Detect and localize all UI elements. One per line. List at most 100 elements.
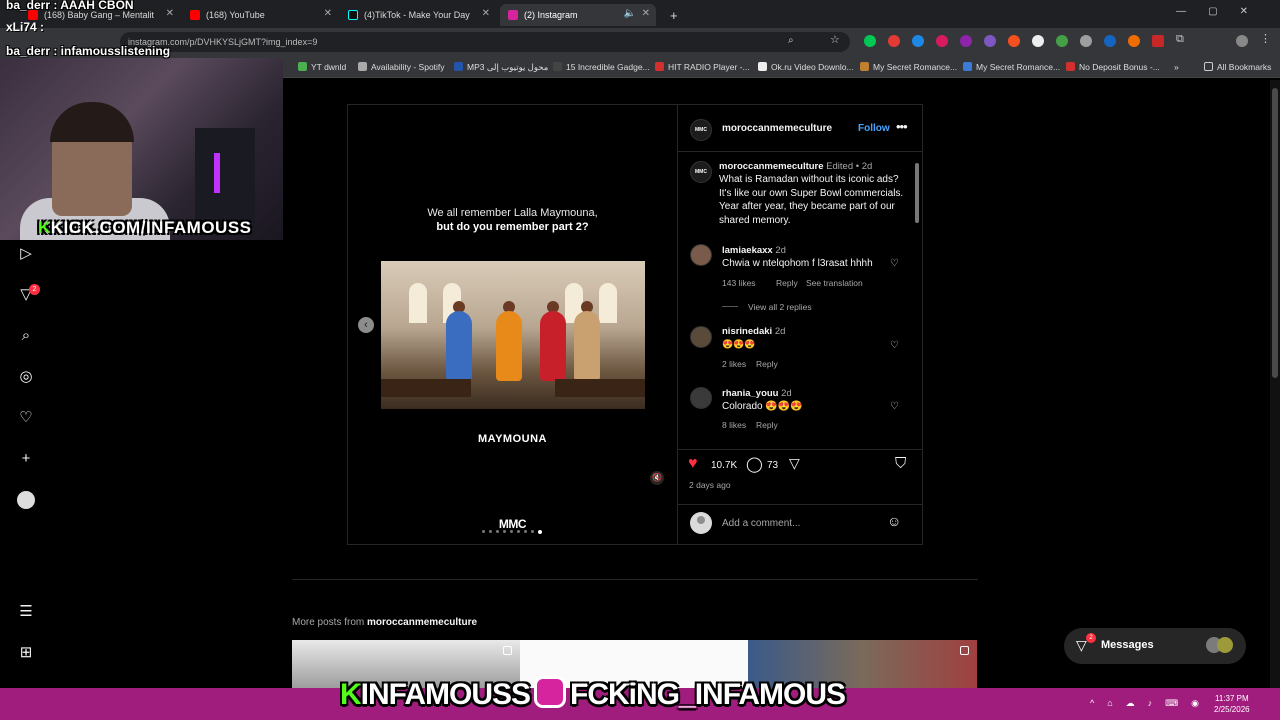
see-translation-button[interactable]: See translation	[806, 278, 863, 288]
create-icon[interactable]: +	[17, 450, 35, 468]
bookmark-gadgets[interactable]: 15 Incredible Gadge...	[553, 62, 650, 72]
close-icon[interactable]: ✕	[482, 8, 490, 19]
url-field[interactable]: instagram.com/p/DVHKYSLjGMT?img_index=9	[120, 32, 850, 52]
bookmark-romance-1[interactable]: My Secret Romance...	[860, 62, 957, 72]
extension-icon[interactable]	[1032, 35, 1044, 47]
bookmark-bonus[interactable]: No Deposit Bonus -...	[1066, 62, 1160, 72]
bookmark-mp3[interactable]: MP3 محول يوتيوب إلى	[454, 62, 548, 73]
extension-icon[interactable]	[984, 35, 996, 47]
taskbar-clock[interactable]: 11:37 PM 2/25/2026	[1214, 693, 1250, 715]
previous-slide-button[interactable]: ‹	[358, 317, 374, 333]
post-media[interactable]: We all remember Lalla Maymouna, but do y…	[348, 105, 677, 544]
description-meta: Edited • 2d	[826, 161, 873, 172]
tab-instagram[interactable]: (2) Instagram 🔈 ✕	[500, 4, 656, 26]
bookmark-icon[interactable]: ⛉	[895, 455, 906, 472]
mute-tab-icon[interactable]: 🔈	[624, 8, 636, 19]
menu-icon[interactable]: ⋮	[1260, 32, 1271, 45]
profile-avatar[interactable]	[1236, 35, 1248, 47]
bookmark-hit-radio[interactable]: HIT RADIO Player -...	[655, 62, 750, 72]
carousel-dot	[517, 530, 520, 533]
scrollbar-thumb[interactable]	[915, 163, 919, 223]
comments-scrollbar[interactable]	[914, 155, 920, 445]
bookmarks-overflow[interactable]: »	[1174, 62, 1179, 72]
comment-username[interactable]: rhania_youu	[722, 388, 779, 399]
comment-text: 😍😍😍	[722, 339, 756, 349]
extension-icon[interactable]	[1128, 35, 1140, 47]
extension-icon[interactable]	[1152, 35, 1164, 47]
more-posts-username[interactable]: moroccanmemeculture	[367, 617, 477, 628]
like-comment-icon[interactable]: ♡	[890, 258, 899, 269]
commenter-avatar[interactable]	[690, 326, 712, 348]
extension-icon[interactable]	[936, 35, 948, 47]
author-username[interactable]: moroccanmemeculture	[722, 123, 832, 134]
share-icon[interactable]: ▽	[789, 455, 800, 472]
extension-icon[interactable]	[864, 35, 876, 47]
messages-button[interactable]: ▽ 2 Messages	[1064, 628, 1246, 664]
profile-avatar[interactable]	[17, 491, 35, 509]
extension-icon[interactable]	[1104, 35, 1116, 47]
comment-likes[interactable]: 2 likes	[722, 359, 746, 369]
new-tab-button[interactable]: +	[662, 4, 682, 26]
extension-icon[interactable]	[960, 35, 972, 47]
extension-icon[interactable]	[1080, 35, 1092, 47]
comment-icon[interactable]: ◯	[746, 455, 763, 473]
follow-button[interactable]: Follow	[858, 123, 890, 134]
zoom-icon[interactable]: ⌕	[788, 35, 794, 47]
dancer-beige	[574, 311, 600, 381]
bookmark-label: Ok.ru Video Downlo...	[771, 62, 854, 72]
reply-button[interactable]: Reply	[756, 420, 778, 430]
reply-button[interactable]: Reply	[776, 278, 798, 288]
view-replies-label: View all 2 replies	[748, 302, 812, 312]
comment-header: lamiaekaxx 2d	[722, 245, 786, 256]
bookmark-spotify[interactable]: Availability - Spotify	[358, 62, 445, 72]
extension-icon[interactable]	[912, 35, 924, 47]
close-icon[interactable]: ✕	[642, 8, 650, 19]
bookmark-okru[interactable]: Ok.ru Video Downlo...	[758, 62, 854, 72]
comment-username[interactable]: lamiaekaxx	[722, 245, 773, 256]
like-comment-icon[interactable]: ♡	[890, 401, 899, 412]
like-count[interactable]: 10.7K	[711, 460, 737, 471]
bookmark-romance-2[interactable]: My Secret Romance...	[963, 62, 1060, 72]
comment-age: 2d	[781, 388, 792, 399]
author-avatar[interactable]: MMC	[690, 161, 712, 183]
close-icon[interactable]: ✕	[166, 8, 174, 19]
extension-icon[interactable]	[1008, 35, 1020, 47]
extension-icon[interactable]	[888, 35, 900, 47]
scrollbar-thumb[interactable]	[1272, 88, 1278, 378]
mute-button[interactable]: 🔇	[650, 471, 664, 485]
system-tray[interactable]: ^⌂☁♪⌨◉	[1090, 698, 1212, 709]
all-bookmarks[interactable]: All Bookmarks	[1204, 62, 1271, 72]
tab-youtube[interactable]: (168) YouTube ✕	[182, 4, 338, 26]
explore-icon[interactable]: ◎	[17, 368, 35, 386]
commenter-avatar[interactable]	[690, 244, 712, 266]
comment-likes[interactable]: 8 likes	[722, 420, 746, 430]
description-author[interactable]: moroccanmemeculture	[719, 161, 824, 172]
puzzle-icon[interactable]: ⧉	[1176, 33, 1184, 45]
stream-chat-line: ba_derr : infamousslistening	[6, 44, 171, 58]
emoji-icon[interactable]: ☺	[887, 513, 901, 529]
like-comment-icon[interactable]: ♡	[890, 340, 899, 351]
liked-heart-icon[interactable]: ♥	[688, 455, 698, 473]
more-options-icon[interactable]: •••	[896, 119, 908, 134]
close-icon[interactable]: ✕	[324, 8, 332, 19]
view-replies-button[interactable]: View all 2 replies	[722, 302, 812, 312]
page-scrollbar[interactable]	[1270, 80, 1280, 688]
heart-icon[interactable]: ♡	[17, 409, 35, 427]
post-modal: We all remember Lalla Maymouna, but do y…	[347, 104, 923, 545]
bookmark-star-icon[interactable]: ☆	[830, 33, 840, 46]
comment-username[interactable]: nisrinedaki	[722, 326, 772, 337]
comment-likes[interactable]: 143 likes	[722, 278, 756, 288]
bookmark-yt-dwnld[interactable]: YT dwnld	[298, 62, 346, 72]
apps-icon[interactable]: ⊞	[17, 644, 35, 662]
extension-icon[interactable]	[1056, 35, 1068, 47]
tab-tiktok[interactable]: (4)TikTok - Make Your Day ✕	[340, 4, 496, 26]
reply-button[interactable]: Reply	[756, 359, 778, 369]
commenter-avatar[interactable]	[690, 387, 712, 409]
stream-chat-line: ba_derr : AAAH CBON	[6, 0, 134, 12]
reels-icon[interactable]: ▷	[17, 245, 35, 263]
add-comment-input[interactable]: Add a comment...	[722, 518, 800, 529]
search-icon[interactable]: ⌕	[17, 327, 35, 345]
author-avatar[interactable]: MMC	[690, 119, 712, 141]
window-controls[interactable]: —▢✕	[1176, 6, 1270, 17]
hamburger-menu-icon[interactable]: ☰	[17, 603, 35, 621]
